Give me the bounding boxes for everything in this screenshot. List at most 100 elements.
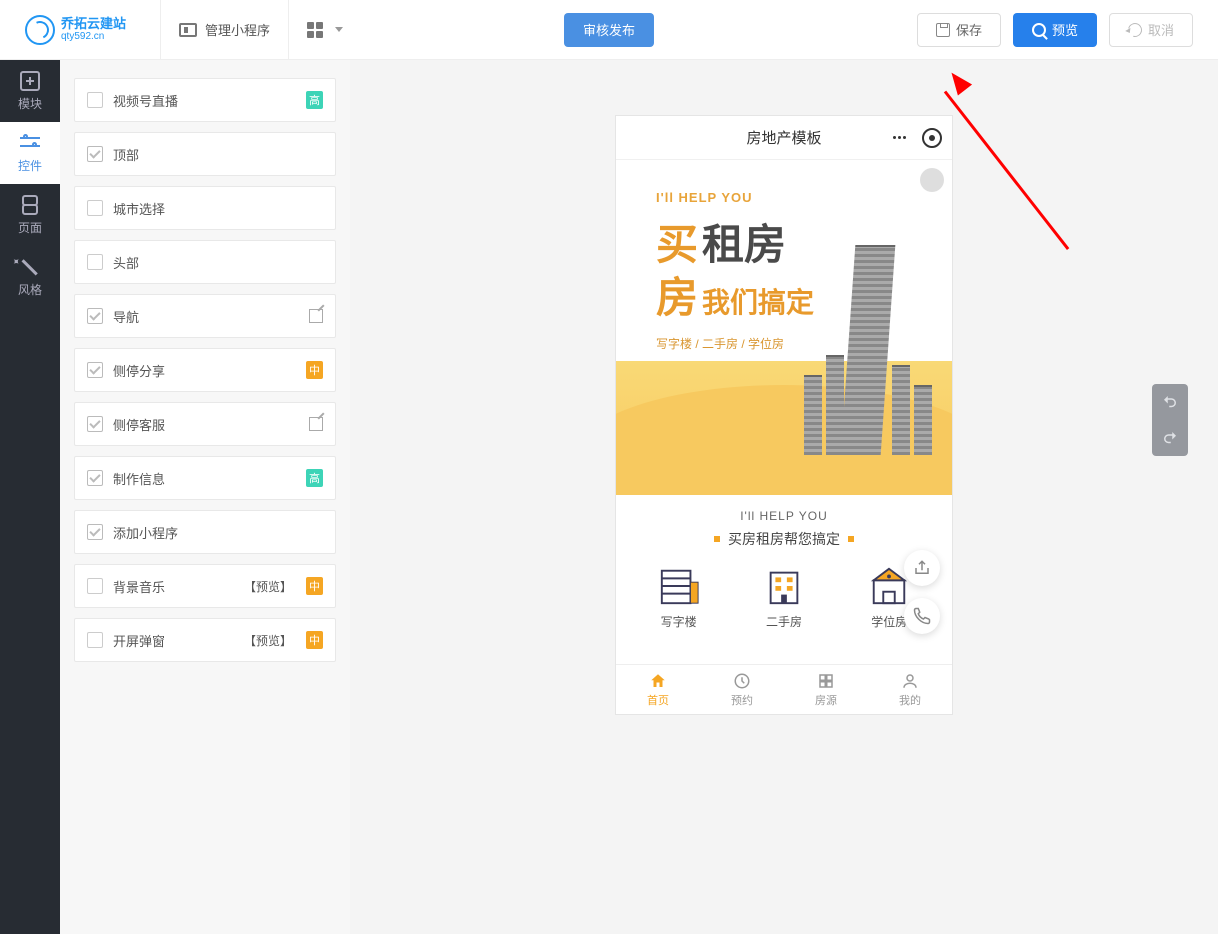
checkbox[interactable] xyxy=(87,146,103,162)
level-badge: 中 xyxy=(306,631,323,649)
more-icon[interactable] xyxy=(886,129,912,147)
control-label: 城市选择 xyxy=(113,199,323,218)
rail-styles[interactable]: 风格 xyxy=(0,246,60,308)
left-rail: 模块 控件 页面 风格 xyxy=(0,60,60,934)
square-bullet-icon xyxy=(714,536,720,542)
checkbox[interactable] xyxy=(87,308,103,324)
category-icon xyxy=(656,565,702,607)
undo-icon xyxy=(1125,20,1144,39)
control-item[interactable]: 制作信息高 xyxy=(74,456,336,500)
preview-button[interactable]: 预览 xyxy=(1013,13,1097,47)
chevron-down-icon xyxy=(335,27,343,32)
undo-button[interactable] xyxy=(1152,384,1188,420)
control-label: 视频号直播 xyxy=(113,91,296,110)
wand-icon xyxy=(16,252,44,280)
tab-bar: 首页 预约 房源 我的 xyxy=(616,664,952,714)
checkbox[interactable] xyxy=(87,416,103,432)
history-stack xyxy=(1152,384,1188,456)
phone-preview: 房地产模板 I'll HELP YOU 买 租房 房 我们搞定 写字楼 / xyxy=(615,115,953,715)
checkbox[interactable] xyxy=(87,470,103,486)
hero-sub: 写字楼 / 二手房 / 学位房 xyxy=(656,335,814,352)
control-label: 导航 xyxy=(113,307,299,326)
checkbox[interactable] xyxy=(87,632,103,648)
controls-panel: 视频号直播高顶部城市选择头部导航侧停分享中侧停客服制作信息高添加小程序背景音乐【… xyxy=(60,60,350,934)
checkbox[interactable] xyxy=(87,578,103,594)
promo-block: I'll HELP YOU 买房租房帮您搞定 xyxy=(616,495,952,557)
control-item[interactable]: 顶部 xyxy=(74,132,336,176)
checkbox[interactable] xyxy=(87,92,103,108)
magnifier-icon xyxy=(1032,23,1046,37)
tab-label: 首页 xyxy=(647,692,669,708)
control-label: 制作信息 xyxy=(113,469,296,488)
publish-button[interactable]: 审核发布 xyxy=(564,13,654,47)
control-label: 顶部 xyxy=(113,145,323,164)
phone-title-text: 房地产模板 xyxy=(746,127,821,148)
promo-eyebrow: I'll HELP YOU xyxy=(616,509,952,523)
control-label: 开屏弹窗 xyxy=(113,631,234,650)
control-label: 背景音乐 xyxy=(113,577,234,596)
float-phone-button[interactable] xyxy=(904,598,940,634)
hero-move-icon[interactable] xyxy=(920,168,944,192)
float-share-button[interactable] xyxy=(904,550,940,586)
category-label: 学位房 xyxy=(871,613,907,630)
control-item[interactable]: 添加小程序 xyxy=(74,510,336,554)
checkbox[interactable] xyxy=(87,200,103,216)
dashboard-icon xyxy=(179,23,197,37)
control-item[interactable]: 侧停分享中 xyxy=(74,348,336,392)
tab-预约[interactable]: 预约 xyxy=(700,665,784,714)
save-label: 保存 xyxy=(956,20,982,39)
control-item[interactable]: 头部 xyxy=(74,240,336,284)
edit-icon[interactable] xyxy=(309,309,323,323)
rail-pages[interactable]: 页面 xyxy=(0,184,60,246)
buildings-illustration xyxy=(804,245,932,455)
category-item[interactable]: 写字楼 xyxy=(656,565,702,630)
tab-icon xyxy=(649,672,667,690)
tab-label: 我的 xyxy=(899,692,921,708)
logo[interactable]: 乔拓云建站 qty592.cn xyxy=(0,15,140,45)
checkbox[interactable] xyxy=(87,524,103,540)
manage-label: 管理小程序 xyxy=(205,20,270,39)
level-badge: 高 xyxy=(306,91,323,109)
tab-icon xyxy=(733,672,751,690)
tab-label: 房源 xyxy=(815,692,837,708)
publish-label: 审核发布 xyxy=(583,20,635,39)
control-item[interactable]: 开屏弹窗【预览】中 xyxy=(74,618,336,662)
rail-modules[interactable]: 模块 xyxy=(0,60,60,122)
tab-label: 预约 xyxy=(731,692,753,708)
control-label: 添加小程序 xyxy=(113,523,323,542)
level-badge: 中 xyxy=(306,577,323,595)
tab-我的[interactable]: 我的 xyxy=(868,665,952,714)
tab-首页[interactable]: 首页 xyxy=(616,665,700,714)
control-item[interactable]: 城市选择 xyxy=(74,186,336,230)
category-row: 写字楼二手房 学位房 xyxy=(616,557,952,634)
category-item[interactable]: 二手房 xyxy=(761,565,807,630)
manage-miniprogram-button[interactable]: 管理小程序 xyxy=(160,0,288,60)
square-bullet-icon xyxy=(848,536,854,542)
apps-dropdown[interactable] xyxy=(288,0,361,60)
phone-titlebar: 房地产模板 xyxy=(616,116,952,160)
tab-icon xyxy=(901,672,919,690)
control-item[interactable]: 侧停客服 xyxy=(74,402,336,446)
save-button[interactable]: 保存 xyxy=(917,13,1001,47)
control-item[interactable]: 视频号直播高 xyxy=(74,78,336,122)
control-item[interactable]: 导航 xyxy=(74,294,336,338)
annotation-arrow xyxy=(945,90,1145,93)
control-label: 侧停客服 xyxy=(113,415,299,434)
checkbox[interactable] xyxy=(87,254,103,270)
cancel-button[interactable]: 取消 xyxy=(1109,13,1193,47)
preview-tag: 【预览】 xyxy=(244,632,292,649)
hero-banner[interactable]: I'll HELP YOU 买 租房 房 我们搞定 写字楼 / 二手房 / 学位… xyxy=(616,160,952,495)
edit-icon[interactable] xyxy=(309,417,323,431)
rail-controls[interactable]: 控件 xyxy=(0,122,60,184)
logo-main: 乔拓云建站 xyxy=(61,17,126,31)
redo-button[interactable] xyxy=(1152,420,1188,456)
control-label: 头部 xyxy=(113,253,323,272)
category-label: 二手房 xyxy=(766,613,802,630)
level-badge: 高 xyxy=(306,469,323,487)
checkbox[interactable] xyxy=(87,362,103,378)
tab-房源[interactable]: 房源 xyxy=(784,665,868,714)
control-item[interactable]: 背景音乐【预览】中 xyxy=(74,564,336,608)
target-icon[interactable] xyxy=(922,128,942,148)
sliders-icon xyxy=(20,133,40,153)
grid-icon xyxy=(307,22,323,38)
